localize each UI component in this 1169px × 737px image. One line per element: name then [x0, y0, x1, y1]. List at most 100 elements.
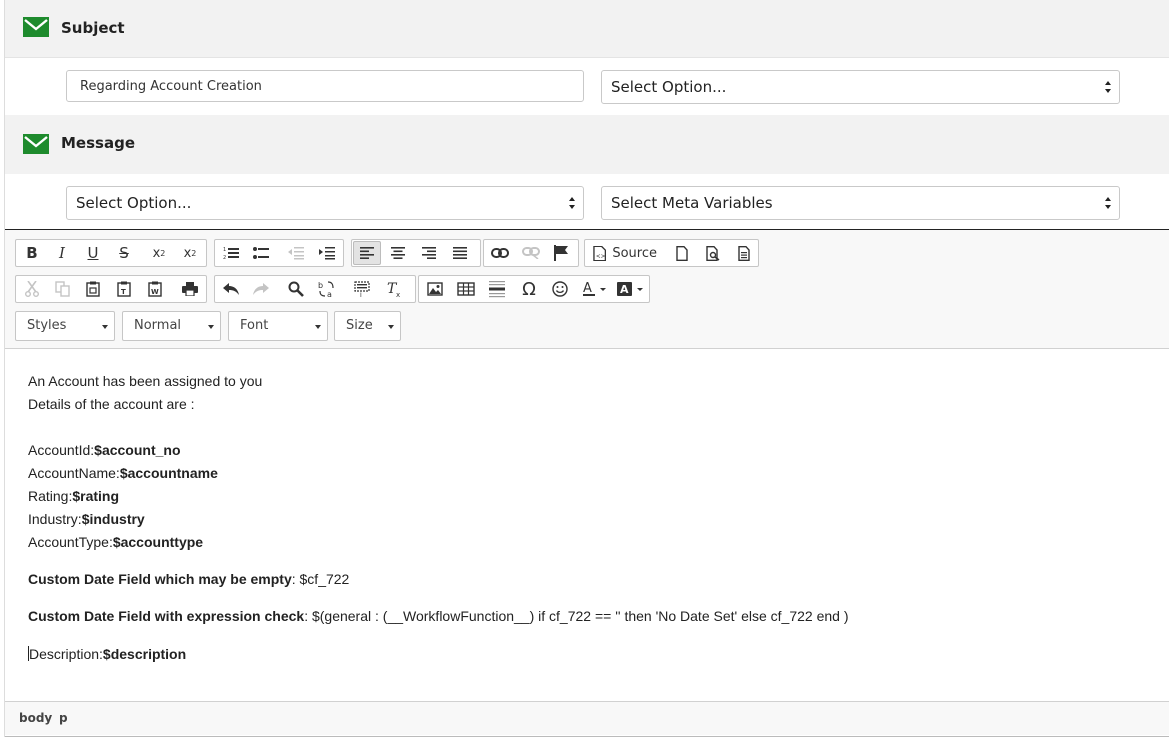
field-variable: $accountname: [119, 465, 218, 481]
meta-select-value: Select Meta Variables: [611, 194, 773, 212]
redo-icon[interactable]: [247, 277, 275, 301]
replace-icon[interactable]: ba: [313, 277, 341, 301]
message-row: Select Option... Select Meta Variables: [5, 174, 1169, 229]
field-variable: $account_no: [94, 442, 181, 458]
image-icon[interactable]: [421, 277, 449, 301]
horizontal-line-icon[interactable]: [483, 277, 511, 301]
undo-icon[interactable]: [217, 277, 245, 301]
description-line: Description:$description: [28, 643, 848, 666]
templates-icon[interactable]: [730, 241, 758, 265]
description-variable: $description: [102, 646, 187, 662]
document-group: <> Source: [584, 239, 759, 267]
field-variable: $accounttype: [112, 534, 204, 550]
select-all-icon[interactable]: I: [348, 277, 376, 301]
table-icon[interactable]: [452, 277, 480, 301]
paste-icon[interactable]: [79, 277, 107, 301]
svg-text:A: A: [620, 283, 629, 296]
basic-styles-group: B I U S x2 x2: [15, 239, 207, 267]
edit-group: ba I Tx: [214, 275, 416, 303]
subject-input[interactable]: Regarding Account Creation: [66, 70, 584, 102]
format-combo[interactable]: Normal: [122, 311, 221, 341]
smiley-icon[interactable]: [546, 277, 574, 301]
select-arrows-icon: [569, 197, 575, 209]
field-variable: $rating: [72, 488, 120, 504]
superscript-button[interactable]: x2: [176, 241, 204, 265]
size-combo[interactable]: Size: [334, 311, 401, 341]
field-label: Industry:: [28, 511, 82, 527]
styles-combo-label: Styles: [27, 318, 67, 333]
unlink-icon[interactable]: [517, 241, 545, 265]
size-combo-label: Size: [346, 318, 373, 333]
copy-icon[interactable]: [48, 277, 76, 301]
custom-field-line: Custom Date Field with expression check:…: [28, 605, 848, 628]
editor-content[interactable]: An Account has been assigned to you Deta…: [28, 370, 848, 666]
mail-icon: [23, 17, 49, 37]
font-combo[interactable]: Font: [228, 311, 328, 341]
link-group: [483, 239, 579, 267]
anchor-flag-icon[interactable]: [547, 241, 575, 265]
field-line: AccountId:$account_no: [28, 439, 848, 462]
content-line: An Account has been assigned to you: [28, 373, 263, 389]
numbered-list-icon[interactable]: 12: [217, 241, 245, 265]
text-color-icon[interactable]: A: [579, 277, 611, 301]
custom-field-label: Custom Date Field with expression check: [28, 608, 305, 624]
paste-text-icon[interactable]: T: [110, 277, 138, 301]
source-button[interactable]: <> Source: [589, 241, 657, 265]
message-option-select[interactable]: Select Option...: [66, 186, 584, 220]
cut-icon[interactable]: [18, 277, 46, 301]
subject-select-value: Select Option...: [611, 78, 727, 96]
custom-field-value: : $cf_722: [291, 571, 350, 587]
meta-variables-select[interactable]: Select Meta Variables: [601, 186, 1120, 220]
description-label: Description:: [29, 646, 103, 662]
background-color-icon[interactable]: A: [615, 277, 647, 301]
path-item-p[interactable]: p: [59, 711, 68, 725]
mail-icon: [23, 134, 49, 154]
bold-button[interactable]: B: [18, 241, 46, 265]
path-item-body[interactable]: body: [19, 711, 52, 725]
chevron-down-icon: [102, 325, 108, 329]
underline-button[interactable]: U: [79, 241, 107, 265]
subject-variable-select[interactable]: Select Option...: [601, 70, 1120, 104]
paste-word-icon[interactable]: W: [141, 277, 169, 301]
list-indent-group: 12: [214, 239, 344, 267]
remove-format-icon[interactable]: Tx: [380, 277, 408, 301]
align-right-icon[interactable]: [415, 241, 443, 265]
styles-combo[interactable]: Styles: [15, 311, 115, 341]
message-title: Message: [61, 134, 135, 152]
subject-row: Regarding Account Creation Select Option…: [5, 58, 1169, 116]
print-icon[interactable]: [176, 277, 204, 301]
align-justify-icon[interactable]: [446, 241, 474, 265]
svg-text:I: I: [360, 292, 362, 297]
custom-field-label: Custom Date Field which may be empty: [28, 571, 292, 587]
field-label: AccountType:: [28, 534, 113, 550]
clipboard-group: T W: [15, 275, 207, 303]
editor-path-bar: body p: [5, 701, 1169, 735]
preview-icon[interactable]: [699, 241, 727, 265]
subject-title: Subject: [61, 19, 125, 37]
special-char-icon[interactable]: Ω: [515, 277, 543, 301]
alignment-group: [351, 239, 481, 267]
font-combo-label: Font: [240, 318, 269, 333]
align-left-icon[interactable]: [353, 241, 381, 265]
message-select-value: Select Option...: [76, 194, 192, 212]
align-center-icon[interactable]: [384, 241, 412, 265]
italic-button[interactable]: I: [48, 241, 76, 265]
link-icon[interactable]: [486, 241, 514, 265]
strikethrough-button[interactable]: S: [110, 241, 138, 265]
decrease-indent-icon[interactable]: [282, 241, 310, 265]
increase-indent-icon[interactable]: [313, 241, 341, 265]
new-page-icon[interactable]: [668, 241, 696, 265]
template-form: Subject Regarding Account Creation Selec…: [4, 0, 1169, 737]
format-combo-label: Normal: [134, 318, 182, 333]
custom-field-line: Custom Date Field which may be empty: $c…: [28, 568, 848, 591]
chevron-down-icon: [315, 325, 321, 329]
field-variable: $industry: [81, 511, 145, 527]
find-icon[interactable]: [282, 277, 310, 301]
svg-text:x: x: [396, 291, 400, 297]
chevron-down-icon: [208, 325, 214, 329]
svg-text:W: W: [151, 288, 159, 296]
field-line: Rating:$rating: [28, 485, 848, 508]
subscript-button[interactable]: x2: [145, 241, 173, 265]
bulleted-list-icon[interactable]: [247, 241, 275, 265]
